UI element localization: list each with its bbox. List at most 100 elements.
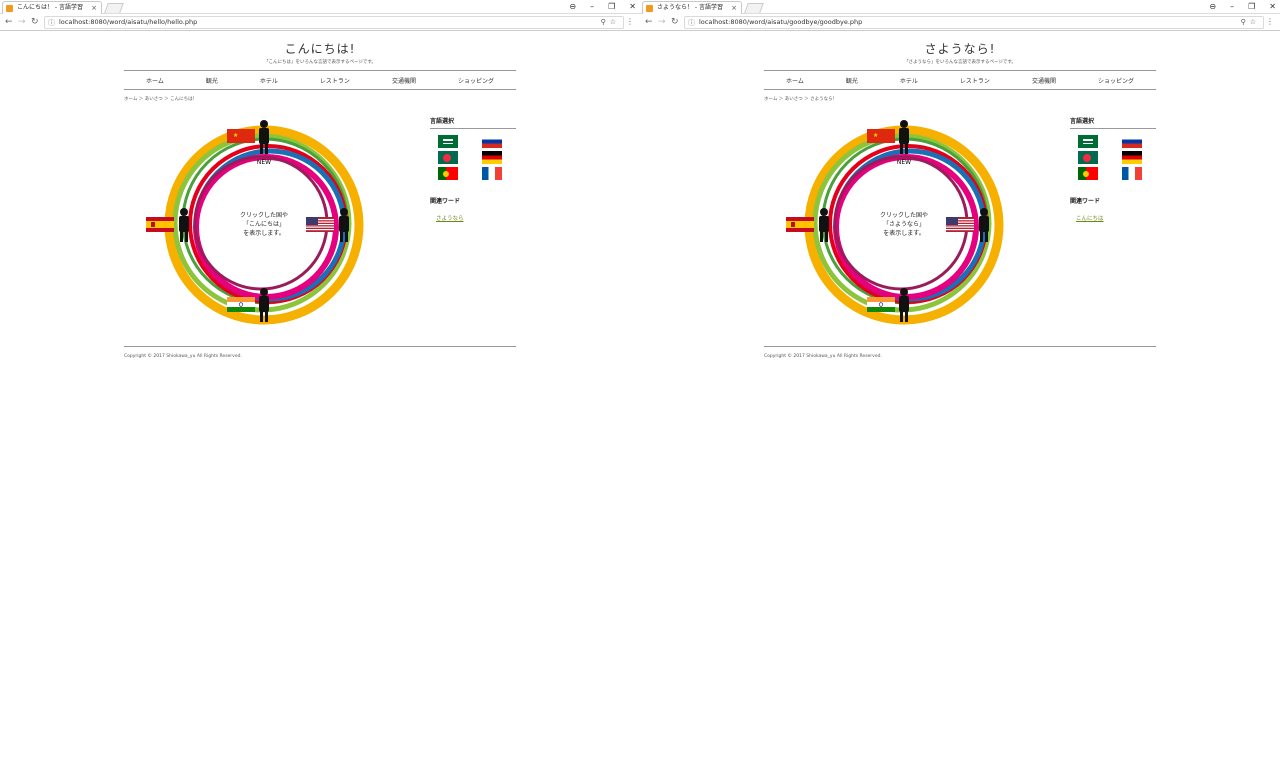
browser-tab[interactable]: こんにちは！ - 言語学習 ×	[2, 1, 102, 14]
flag-portugal[interactable]	[438, 167, 458, 180]
nav-restaurant[interactable]: レストラン	[960, 76, 990, 85]
restore-icon[interactable]: ❐	[1248, 0, 1255, 13]
flag-china[interactable]: ★	[227, 129, 255, 143]
related-words-title: 関連ワード	[430, 198, 461, 205]
nav-home[interactable]: ホーム	[786, 76, 804, 85]
address-bar[interactable]: ⓘ localhost:8080/word/aisatu/goodbye/goo…	[684, 16, 1264, 29]
flag-india[interactable]	[227, 297, 255, 312]
language-flags	[438, 135, 516, 180]
close-tab-icon[interactable]: ×	[731, 2, 737, 14]
sidebar-title: 言語選択	[1070, 116, 1156, 129]
window-controls: ⊖ – ❐ ✕	[569, 0, 636, 13]
nav-hotel[interactable]: ホテル	[260, 76, 278, 85]
nav-restaurant[interactable]: レストラン	[320, 76, 350, 85]
browser-window-left: こんにちは！ - 言語学習 × ⊖ – ❐ ✕ ← → ↻ ⓘ localhos…	[0, 0, 640, 760]
global-nav: ホーム 観光 ホテル レストラン 交通機関 ショッピング	[124, 70, 516, 90]
flag-china[interactable]: ★	[867, 129, 895, 143]
flag-france[interactable]	[482, 167, 502, 180]
zoom-and-bookmark-icons[interactable]: ⚲☆	[1241, 17, 1260, 28]
favicon-icon	[646, 5, 653, 12]
sidebar: 言語選択 関連ワード こんにちは	[1070, 116, 1156, 222]
nav-sightseeing[interactable]: 観光	[846, 76, 858, 85]
svg-text:「さようなら」: 「さようなら」	[883, 221, 925, 228]
flag-russia[interactable]	[1122, 135, 1142, 148]
flag-saudi-arabia[interactable]	[1078, 135, 1098, 148]
person-icon[interactable]: ⊖	[569, 0, 576, 13]
flag-usa[interactable]	[946, 217, 974, 232]
language-ring: NEW クリックした国や 「さようなら」 を表示します。 ★	[786, 120, 1004, 325]
nav-shopping[interactable]: ショッピング	[1098, 76, 1134, 85]
new-tab-button[interactable]	[744, 3, 764, 13]
flag-usa[interactable]	[306, 217, 334, 232]
related-word-link[interactable]: さようなら	[436, 214, 516, 222]
svg-text:★: ★	[233, 132, 238, 139]
svg-text:クリックした国や: クリックした国や	[240, 211, 288, 219]
related-words-title: 関連ワード	[1070, 198, 1101, 205]
nav-home[interactable]: ホーム	[146, 76, 164, 85]
browser-window-right: さようなら！ - 言語学習 × ⊖ – ❐ ✕ ← → ↻ ⓘ localhos…	[640, 0, 1280, 760]
reload-icon[interactable]: ↻	[671, 16, 679, 28]
nav-transport[interactable]: 交通機関	[392, 76, 416, 85]
browser-toolbar: ← → ↻ ⓘ localhost:8080/word/aisatu/goodb…	[640, 14, 1280, 31]
flag-bangladesh[interactable]	[1078, 151, 1098, 164]
page-subtitle: 「こんにちは」をいろんな言語で表示するページです。	[264, 60, 376, 65]
breadcrumb: ホーム ＞ あいさつ ＞ さようなら！	[764, 97, 838, 102]
favicon-icon	[6, 5, 13, 12]
svg-text:クリックした国や: クリックした国や	[880, 211, 928, 219]
back-icon[interactable]: ←	[645, 16, 653, 28]
info-icon: ⓘ	[48, 19, 55, 27]
reload-icon[interactable]: ↻	[31, 16, 39, 28]
footer-copyright: Copyright © 2017 Shiokawa_yu All Rights …	[764, 346, 1156, 359]
close-icon[interactable]: ✕	[1269, 0, 1276, 13]
sidebar: 言語選択 関連ワード さようなら	[430, 116, 516, 222]
page-title: こんにちは!	[284, 42, 356, 56]
restore-icon[interactable]: ❐	[608, 0, 615, 13]
flag-germany[interactable]	[482, 151, 502, 164]
flag-bangladesh[interactable]	[438, 151, 458, 164]
page-content: さようなら! 「さようなら」をいろんな言語で表示するページです。 ホーム 観光 …	[764, 33, 1156, 359]
flag-portugal[interactable]	[1078, 167, 1098, 180]
menu-icon[interactable]: ⋮	[626, 17, 634, 26]
zoom-and-bookmark-icons[interactable]: ⚲☆	[601, 17, 620, 28]
window-controls: ⊖ – ❐ ✕	[1209, 0, 1276, 13]
svg-text:★: ★	[873, 132, 878, 139]
svg-text:「こんにちは」: 「こんにちは」	[243, 221, 285, 228]
minimize-icon[interactable]: –	[590, 0, 594, 13]
related-word-link[interactable]: こんにちは	[1076, 214, 1156, 222]
center-text: クリックした国や 「こんにちは」 を表示します。	[240, 211, 288, 237]
center-text: クリックした国や 「さようなら」 を表示します。	[880, 211, 928, 237]
flag-spain[interactable]	[786, 217, 814, 232]
person-icon[interactable]: ⊖	[1209, 0, 1216, 13]
back-icon[interactable]: ←	[5, 16, 13, 28]
address-bar[interactable]: ⓘ localhost:8080/word/aisatu/hello/hello…	[44, 16, 624, 29]
svg-text:を表示します。: を表示します。	[883, 229, 924, 237]
browser-tab[interactable]: さようなら！ - 言語学習 ×	[642, 1, 742, 14]
nav-shopping[interactable]: ショッピング	[458, 76, 494, 85]
svg-text:を表示します。: を表示します。	[243, 229, 284, 237]
flag-saudi-arabia[interactable]	[438, 135, 458, 148]
tab-bar: こんにちは！ - 言語学習 × ⊖ – ❐ ✕	[0, 0, 640, 14]
url-text: localhost:8080/word/aisatu/hello/hello.p…	[59, 18, 198, 26]
new-tab-button[interactable]	[104, 3, 124, 13]
flag-france[interactable]	[1122, 167, 1142, 180]
close-icon[interactable]: ✕	[629, 0, 636, 13]
close-tab-icon[interactable]: ×	[91, 2, 97, 14]
minimize-icon[interactable]: –	[1230, 0, 1234, 13]
page-content: こんにちは! 「こんにちは」をいろんな言語で表示するページです。 ホーム 観光 …	[124, 33, 516, 359]
flag-germany[interactable]	[1122, 151, 1142, 164]
tab-bar: さようなら！ - 言語学習 × ⊖ – ❐ ✕	[640, 0, 1280, 14]
menu-icon[interactable]: ⋮	[1266, 17, 1274, 26]
flag-india[interactable]	[867, 297, 895, 312]
sidebar-title: 言語選択	[430, 116, 516, 129]
browser-toolbar: ← → ↻ ⓘ localhost:8080/word/aisatu/hello…	[0, 14, 640, 31]
forward-icon[interactable]: →	[18, 16, 26, 28]
forward-icon[interactable]: →	[658, 16, 666, 28]
nav-transport[interactable]: 交通機関	[1032, 76, 1056, 85]
page-title: さようなら!	[924, 42, 996, 56]
tab-title: こんにちは！ - 言語学習	[17, 4, 83, 11]
global-nav: ホーム 観光 ホテル レストラン 交通機関 ショッピング	[764, 70, 1156, 90]
nav-hotel[interactable]: ホテル	[900, 76, 918, 85]
nav-sightseeing[interactable]: 観光	[206, 76, 218, 85]
flag-russia[interactable]	[482, 135, 502, 148]
flag-spain[interactable]	[146, 217, 174, 232]
